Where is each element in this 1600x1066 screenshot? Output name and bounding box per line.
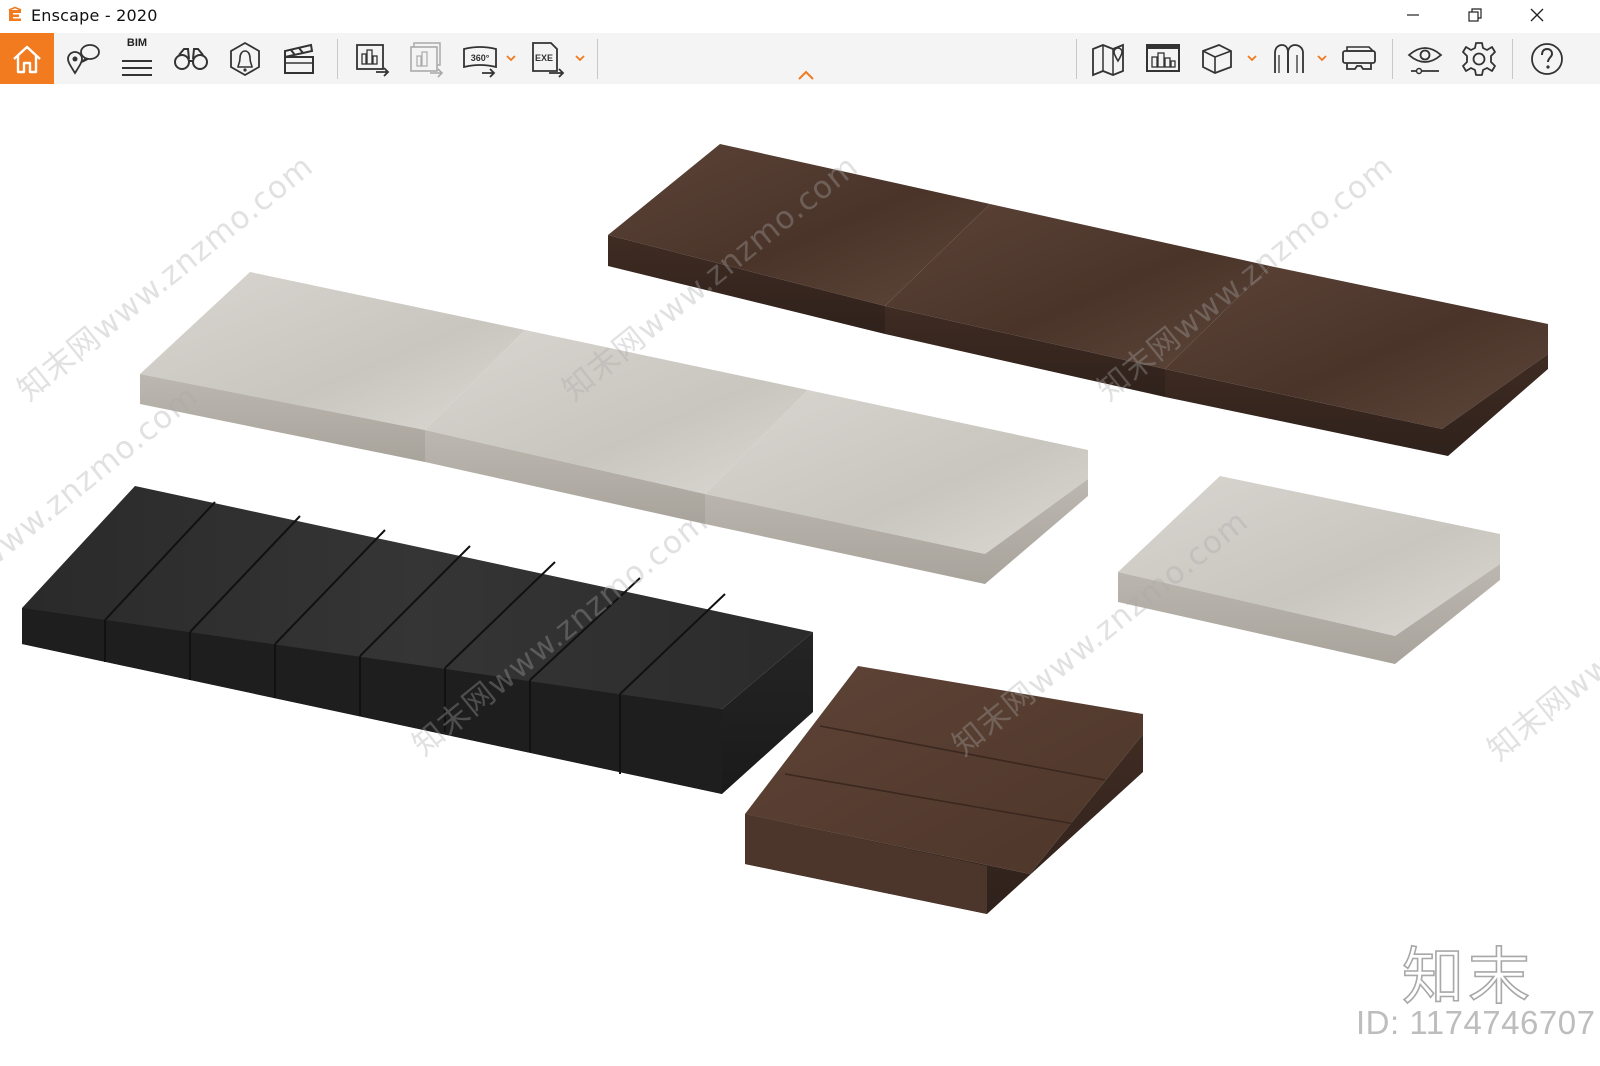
exe-export-icon: EXE <box>532 41 565 78</box>
batch-export-icon <box>410 41 444 78</box>
render-viewport[interactable]: 知末网www.znzmo.com 知末网www.znzmo.com 知末网www… <box>0 84 1600 1066</box>
bim-label: BIM <box>126 37 148 49</box>
brand-watermark: 知末 <box>1401 939 1535 1014</box>
general-settings-button[interactable] <box>1452 33 1506 84</box>
objects-dropdown-chevron-icon[interactable] <box>1246 53 1258 63</box>
close-icon <box>1530 8 1544 22</box>
web-standalone-button[interactable] <box>1136 33 1190 84</box>
video-editor-button[interactable] <box>272 33 326 84</box>
vr-headset-icon <box>1342 45 1376 70</box>
map-pin-icon <box>1092 43 1124 76</box>
monitor-city-icon <box>1146 43 1180 72</box>
views-button[interactable] <box>56 33 110 84</box>
restore-button[interactable] <box>1452 0 1498 31</box>
enscape-logo-icon <box>8 6 22 21</box>
help-icon <box>1531 42 1563 75</box>
cube-icon <box>1202 43 1232 74</box>
close-button[interactable] <box>1514 0 1560 31</box>
exe-dropdown-chevron-icon[interactable] <box>574 53 586 63</box>
batch-export-button[interactable] <box>399 33 453 84</box>
clapperboard-icon <box>284 43 314 74</box>
asset-library-icon <box>230 41 260 76</box>
svg-text:360°: 360° <box>471 53 490 63</box>
toolbar-separator <box>337 39 338 79</box>
title-bar: Enscape - 2020 <box>0 0 1600 31</box>
toolbar-separator <box>597 39 598 79</box>
screenshot-export-button[interactable] <box>345 33 399 84</box>
gear-icon <box>1462 41 1496 76</box>
minimize-icon <box>1407 14 1419 16</box>
home-button[interactable] <box>0 33 54 84</box>
toolbar-separator <box>1392 39 1393 79</box>
panorama-360-icon: 360° <box>463 45 497 78</box>
collapse-toolbar-chevron-up-icon[interactable] <box>797 70 815 80</box>
visual-settings-button[interactable] <box>1398 33 1452 84</box>
explore-button[interactable] <box>164 33 218 84</box>
export-image-icon <box>356 43 390 77</box>
toolbar-separator <box>1076 39 1077 79</box>
help-button[interactable] <box>1520 33 1574 84</box>
location-views-icon <box>67 43 100 75</box>
materials-dropdown-chevron-icon[interactable] <box>1316 53 1328 63</box>
svg-text:EXE: EXE <box>535 53 553 63</box>
bim-info-icon <box>122 59 152 76</box>
asset-id-label: ID: 1174746707 <box>1356 1004 1596 1041</box>
window-title: Enscape - 2020 <box>31 6 158 25</box>
exe-export-button[interactable]: EXE <box>520 33 574 84</box>
material-editor-button[interactable] <box>1262 33 1316 84</box>
asset-library-button[interactable] <box>218 33 272 84</box>
binoculars-icon <box>174 47 208 70</box>
objects-button[interactable] <box>1190 33 1244 84</box>
map-button[interactable] <box>1082 33 1136 84</box>
minimize-button[interactable] <box>1390 0 1436 31</box>
bim-info-button[interactable]: BIM <box>110 33 164 84</box>
toolbar-separator <box>1512 39 1513 79</box>
vr-headset-button[interactable] <box>1332 33 1386 84</box>
restore-icon <box>1468 8 1482 22</box>
eye-settings-icon <box>1407 46 1443 74</box>
home-icon <box>13 45 41 73</box>
panorama-export-button[interactable]: 360° <box>453 33 507 84</box>
material-editor-icon <box>1274 43 1304 73</box>
panorama-dropdown-chevron-icon[interactable] <box>505 53 517 63</box>
